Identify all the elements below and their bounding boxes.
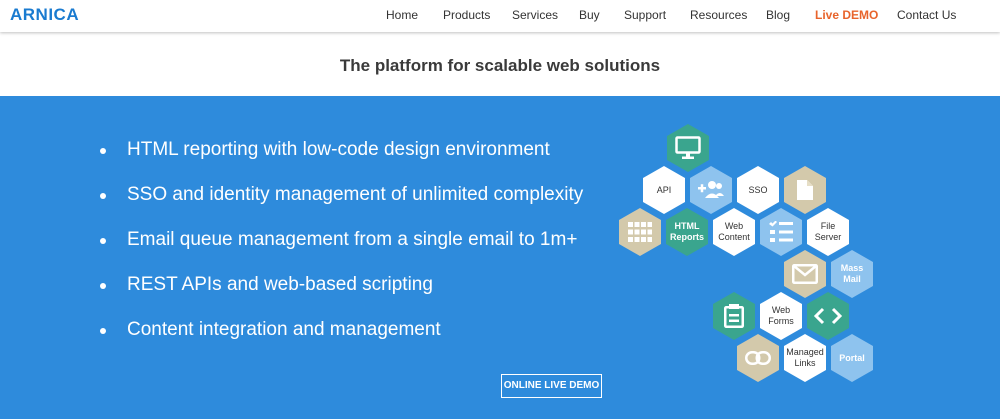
- add-users-icon: [697, 180, 725, 200]
- feature-item: HTML reporting with low-code design envi…: [100, 138, 583, 183]
- bullet-dot: [100, 193, 106, 199]
- bullet-dot: [100, 148, 106, 154]
- nav-contact-us[interactable]: Contact Us: [897, 8, 956, 22]
- tagline-band: The platform for scalable web solutions: [0, 32, 1000, 96]
- hex-label-managed-links: Managed Links: [786, 347, 824, 368]
- nav-products[interactable]: Products: [443, 8, 490, 22]
- nav-buy[interactable]: Buy: [579, 8, 600, 22]
- sso-hex[interactable]: SSO: [737, 166, 779, 214]
- bullet-dot: [100, 238, 106, 244]
- managed-links-hex[interactable]: Managed Links: [784, 334, 826, 382]
- mail-hex[interactable]: [784, 250, 826, 298]
- nav-resources[interactable]: Resources: [690, 8, 747, 22]
- feature-text: Content integration and management: [127, 319, 441, 340]
- code-hex[interactable]: [807, 292, 849, 340]
- feature-item: Content integration and management: [100, 318, 583, 363]
- bullet-dot: [100, 328, 106, 334]
- nav-support[interactable]: Support: [624, 8, 666, 22]
- feature-text: HTML reporting with low-code design envi…: [127, 139, 550, 160]
- form-icon: [724, 304, 744, 328]
- nav-live-demo[interactable]: Live DEMO: [815, 8, 878, 22]
- hex-label-html-reports: HTML Reports: [669, 221, 704, 242]
- online-live-demo-button[interactable]: ONLINE LIVE DEMO: [501, 374, 602, 398]
- nav-home[interactable]: Home: [386, 8, 418, 22]
- code-icon: [814, 307, 842, 325]
- form-hex[interactable]: [713, 292, 755, 340]
- file-server-hex[interactable]: File Server: [807, 208, 849, 256]
- hero-section: HTML reporting with low-code design envi…: [0, 96, 1000, 419]
- grid-hex[interactable]: [619, 208, 661, 256]
- hex-label-web-forms: Web Forms: [768, 305, 794, 326]
- hex-label-web-content: Web Content: [718, 221, 750, 242]
- feature-item: Email queue management from a single ema…: [100, 228, 583, 273]
- feature-list: HTML reporting with low-code design envi…: [100, 138, 583, 363]
- checklist-hex[interactable]: [760, 208, 802, 256]
- site-header: ARNICA Home Products Services Buy Suppor…: [0, 0, 1000, 32]
- hex-label-portal: Portal: [839, 352, 865, 363]
- nav-blog[interactable]: Blog: [766, 8, 790, 22]
- mail-icon: [792, 264, 818, 284]
- nav-services[interactable]: Services: [512, 8, 558, 22]
- document-hex[interactable]: [784, 166, 826, 214]
- grid-icon: [628, 222, 652, 242]
- main-nav: Home Products Services Buy Support Resou…: [0, 0, 1000, 32]
- feature-text: Email queue management from a single ema…: [127, 229, 578, 250]
- portal-hex[interactable]: Portal: [831, 334, 873, 382]
- hex-label-mass-mail: Mass Mail: [840, 263, 864, 284]
- feature-item: REST APIs and web-based scripting: [100, 273, 583, 318]
- document-icon: [796, 179, 814, 201]
- html-reports-hex[interactable]: HTML Reports: [666, 208, 708, 256]
- web-forms-hex[interactable]: Web Forms: [760, 292, 802, 340]
- hex-label-api: API: [656, 184, 672, 195]
- monitor-hex[interactable]: [667, 124, 709, 172]
- link-hex[interactable]: [737, 334, 779, 382]
- hex-label-file-server: File Server: [814, 221, 842, 242]
- link-icon: [745, 351, 771, 365]
- users-hex[interactable]: [690, 166, 732, 214]
- hex-label-sso: SSO: [748, 184, 768, 195]
- bullet-dot: [100, 283, 106, 289]
- checklist-icon: [769, 221, 793, 243]
- feature-text: SSO and identity management of unlimited…: [127, 184, 584, 205]
- mass-mail-hex[interactable]: Mass Mail: [831, 250, 873, 298]
- feature-item: SSO and identity management of unlimited…: [100, 183, 583, 228]
- api-hex[interactable]: API: [643, 166, 685, 214]
- feature-text: REST APIs and web-based scripting: [127, 274, 433, 295]
- monitor-icon: [675, 136, 701, 160]
- web-content-hex[interactable]: Web Content: [713, 208, 755, 256]
- page-tagline: The platform for scalable web solutions: [339, 56, 661, 75]
